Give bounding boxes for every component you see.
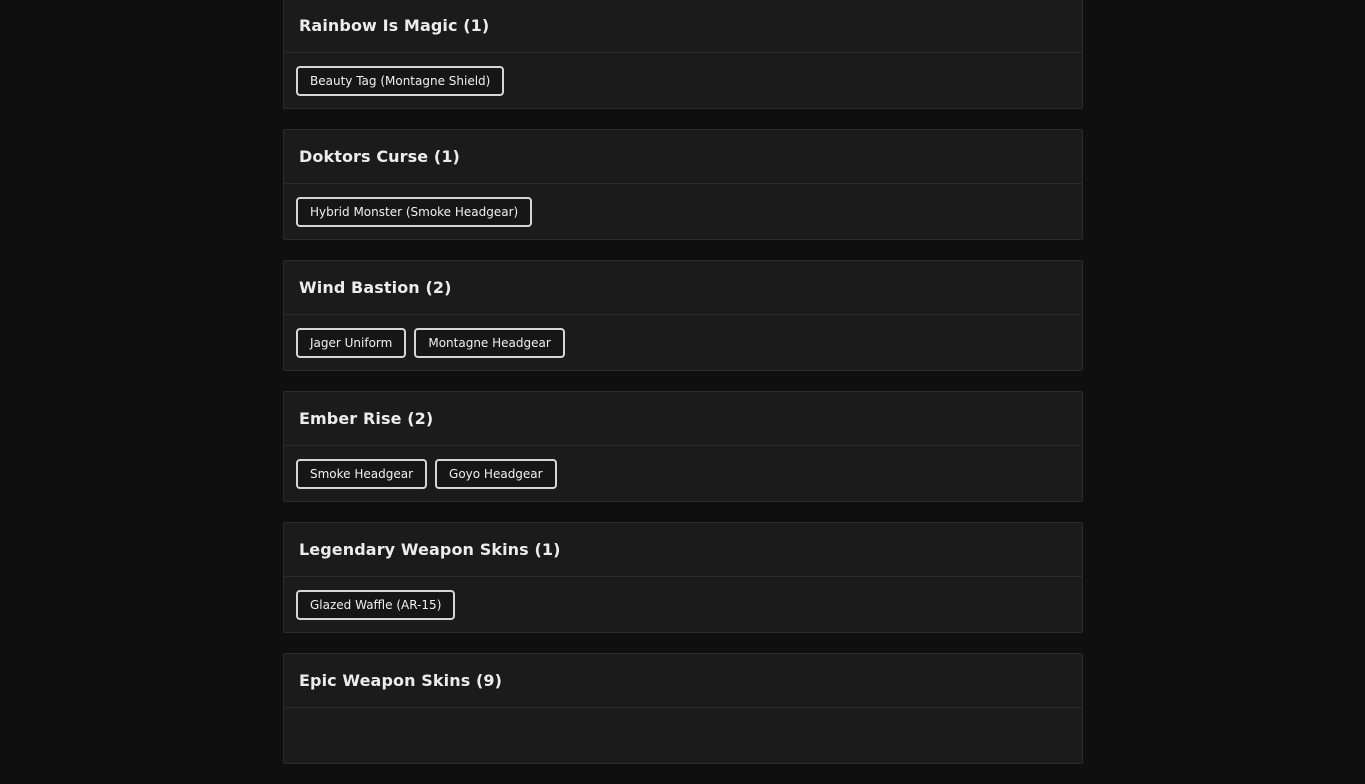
section-header: Doktors Curse (1): [284, 130, 1082, 184]
item-chip[interactable]: Glazed Waffle (AR-15): [296, 589, 456, 620]
section-title: Rainbow Is Magic (1): [299, 16, 490, 35]
section-header: Ember Rise (2): [284, 392, 1082, 446]
section-items: Jager Uniform Montagne Headgear: [284, 315, 1082, 370]
section-header: Legendary Weapon Skins (1): [284, 523, 1082, 577]
item-chip[interactable]: Hybrid Monster (Smoke Headgear): [296, 196, 533, 227]
section-items: Glazed Waffle (AR-15): [284, 577, 1082, 632]
section-card: Ember Rise (2) Smoke Headgear Goyo Headg…: [283, 391, 1083, 502]
section-header: Epic Weapon Skins (9): [284, 654, 1082, 708]
section-title: Ember Rise (2): [299, 409, 434, 428]
section-title: Legendary Weapon Skins (1): [299, 540, 561, 559]
section-header: Rainbow Is Magic (1): [284, 0, 1082, 53]
section-header: Wind Bastion (2): [284, 261, 1082, 315]
section-items: [284, 708, 1082, 763]
section-card: Epic Weapon Skins (9): [283, 653, 1083, 764]
collection-list: Rainbow Is Magic (1) Beauty Tag (Montagn…: [283, 0, 1083, 784]
section-card: Wind Bastion (2) Jager Uniform Montagne …: [283, 260, 1083, 371]
section-card: Legendary Weapon Skins (1) Glazed Waffle…: [283, 522, 1083, 633]
section-title: Doktors Curse (1): [299, 147, 460, 166]
section-card: Doktors Curse (1) Hybrid Monster (Smoke …: [283, 129, 1083, 240]
item-chip[interactable]: Montagne Headgear: [414, 327, 565, 358]
item-chip[interactable]: Goyo Headgear: [435, 458, 557, 489]
section-items: Beauty Tag (Montagne Shield): [284, 53, 1082, 108]
section-title: Wind Bastion (2): [299, 278, 452, 297]
section-card: Rainbow Is Magic (1) Beauty Tag (Montagn…: [283, 0, 1083, 109]
item-chip[interactable]: Smoke Headgear: [296, 458, 428, 489]
section-items: Hybrid Monster (Smoke Headgear): [284, 184, 1082, 239]
item-chip[interactable]: Beauty Tag (Montagne Shield): [296, 65, 505, 96]
section-title: Epic Weapon Skins (9): [299, 671, 503, 690]
section-items: Smoke Headgear Goyo Headgear: [284, 446, 1082, 501]
item-chip[interactable]: Jager Uniform: [296, 327, 407, 358]
